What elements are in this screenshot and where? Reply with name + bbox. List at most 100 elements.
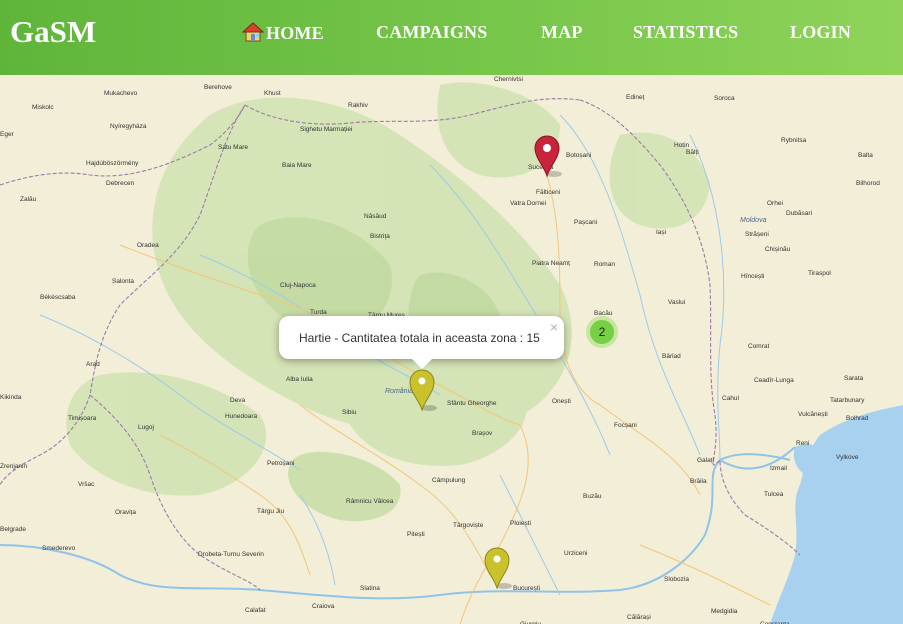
marker-cluster[interactable]: 2 <box>586 316 618 348</box>
map-label: Miskolc <box>32 104 54 111</box>
map-label: Bârlad <box>662 353 681 360</box>
map-label: Fălticeni <box>536 189 560 196</box>
popup-text: Hartie - Cantitatea totala in aceasta zo… <box>299 331 540 345</box>
map-label: Medgidia <box>711 608 738 615</box>
map-label: Iași <box>656 229 666 236</box>
map-label: Vršac <box>78 481 95 488</box>
map-label: Orhei <box>767 200 783 207</box>
map-label: Reni <box>796 440 809 447</box>
cluster-count: 2 <box>590 320 614 344</box>
map-label: Smederevo <box>42 545 76 552</box>
map-label: Buzău <box>583 493 602 500</box>
map-label: Botoșani <box>566 152 591 159</box>
map-label: Vylkove <box>836 454 859 461</box>
map-label: Arad <box>86 361 100 368</box>
map-label: Kikinda <box>0 394 22 401</box>
map-label: Sarata <box>844 375 864 382</box>
map-label: Lugoj <box>138 424 154 431</box>
map-label: Hîncești <box>741 273 764 280</box>
map-label: Vaslui <box>668 299 685 306</box>
map-label: Craiova <box>312 603 335 610</box>
map-label: Chișinău <box>765 246 791 253</box>
map-label: Pitești <box>407 531 425 538</box>
map-label: Edineț <box>626 94 645 101</box>
map-label: Piatra Neamț <box>532 260 570 267</box>
map-label: Cahul <box>722 395 740 402</box>
map-label: Bălți <box>686 149 699 156</box>
map-label: Békéscsaba <box>40 294 76 301</box>
map-label: Rakhiv <box>348 102 369 109</box>
map-label: Hajdúböszörmény <box>86 160 139 167</box>
map-label: Calafat <box>245 607 266 614</box>
map-label: Alba Iulia <box>286 376 313 383</box>
map-label: Călărași <box>627 614 651 621</box>
map-label: Bilhorod <box>856 180 880 187</box>
brand-logo[interactable]: GaSM <box>10 14 96 50</box>
map-label: Urziceni <box>564 550 587 557</box>
map-label: Hunedoara <box>225 413 258 420</box>
yellow-marker-south[interactable] <box>484 546 512 595</box>
map-label: Eger <box>0 131 15 138</box>
map-label: Pașcani <box>574 219 597 226</box>
map-label: Satu Mare <box>218 144 248 151</box>
map-label: Debrecen <box>106 180 135 187</box>
map-label: Tiraspol <box>808 270 831 277</box>
map-label: Soroca <box>714 95 735 102</box>
nav-login[interactable]: LOGIN <box>790 22 851 43</box>
map-label: Focșani <box>614 422 637 429</box>
map-label: Târgoviște <box>453 522 484 529</box>
map-label: Vulcănești <box>798 411 828 418</box>
map-label: Comrat <box>748 343 770 350</box>
map-label: Vatra Dornei <box>510 200 546 207</box>
map-label: Belgrade <box>0 526 26 533</box>
map-label: Zrenjanin <box>0 463 27 470</box>
map-label: Bistrița <box>370 233 390 240</box>
nav-statistics[interactable]: STATISTICS <box>633 22 738 43</box>
nav-home-label: HOME <box>266 23 324 43</box>
map-label: Sfântu Gheorghe <box>447 400 497 407</box>
map-label: Drobeta-Turnu Severin <box>198 551 264 558</box>
map-label: Târgu Jiu <box>257 508 284 515</box>
map-label: Oravița <box>115 509 136 516</box>
popup-tip <box>412 359 432 369</box>
map-label: Berehove <box>204 84 232 91</box>
map-label: Slatina <box>360 585 380 592</box>
map-label: Timișoara <box>68 415 97 422</box>
map-label: Sibiu <box>342 409 357 416</box>
map-label: Nyíregyháza <box>110 123 147 130</box>
map-label: Bolhrad <box>846 415 869 422</box>
map-label: Râmnicu Vâlcea <box>346 498 394 505</box>
map-label: Roman <box>594 261 615 268</box>
map-label: Chernivtsi <box>494 76 523 83</box>
map-label: Deva <box>230 397 246 404</box>
close-icon[interactable]: × <box>550 319 558 335</box>
nav-map[interactable]: MAP <box>541 22 583 43</box>
map-label: Brăila <box>690 478 707 485</box>
map-label: Zalău <box>20 196 37 203</box>
map-label: Tulcea <box>764 491 784 498</box>
map-label: Mukachevo <box>104 90 138 97</box>
map-label: București <box>513 585 540 592</box>
map-label: Hotin <box>674 142 690 149</box>
map-label: Baia Mare <box>282 162 312 169</box>
map-label: Balta <box>858 152 873 159</box>
map-label: Strășeni <box>745 231 769 238</box>
map-label: Turda <box>310 309 327 316</box>
map-label: Cluj-Napoca <box>280 282 316 289</box>
map-label: Onești <box>552 398 571 405</box>
map-label: Rybnitsa <box>781 137 807 144</box>
yellow-marker-center[interactable] <box>409 368 437 417</box>
nav-home[interactable]: HOME <box>241 22 324 47</box>
map-label: Izmail <box>770 465 788 472</box>
map-label: Petroșani <box>267 460 294 467</box>
map-label: Slobozia <box>664 576 689 583</box>
map-label: Moldova <box>740 217 767 224</box>
nav-campaigns[interactable]: CAMPAIGNS <box>376 22 487 43</box>
map-label: Brașov <box>472 430 493 437</box>
map-label: Năsăud <box>364 213 387 220</box>
map-label: Tatarbunary <box>830 397 865 404</box>
red-marker[interactable] <box>534 134 562 183</box>
map-label: Câmpulung <box>432 477 466 484</box>
map-label: Khust <box>264 90 281 97</box>
map-label: Dubăsari <box>786 210 812 217</box>
